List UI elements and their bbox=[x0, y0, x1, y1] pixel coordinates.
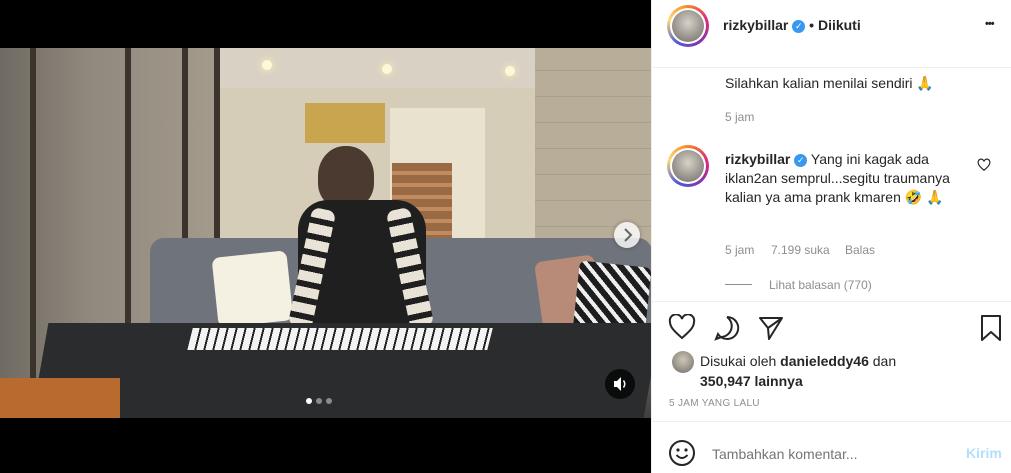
likes-prefix: Disukai oleh bbox=[700, 353, 777, 369]
actions-divider bbox=[652, 301, 1011, 302]
share-button[interactable] bbox=[757, 314, 785, 347]
next-slide-button[interactable] bbox=[614, 222, 640, 248]
likes-summary: Disukai oleh danieleddy46 dan 350,947 la… bbox=[700, 351, 990, 391]
verified-icon: ✓ bbox=[792, 19, 806, 33]
comment-button[interactable] bbox=[713, 314, 741, 347]
keyboard-keys bbox=[187, 328, 493, 350]
video-frame[interactable] bbox=[0, 48, 652, 418]
save-button[interactable] bbox=[979, 314, 1003, 347]
smiley-icon bbox=[669, 440, 695, 466]
post-header: rizkybillar ✓ • Diikuti ••• bbox=[652, 0, 1011, 53]
carousel-dot bbox=[316, 398, 322, 404]
composer-divider bbox=[652, 421, 1011, 422]
doorway-light bbox=[305, 103, 385, 143]
replies-line bbox=[725, 284, 752, 285]
cushion bbox=[211, 250, 294, 328]
liker-avatar[interactable] bbox=[672, 351, 694, 373]
speaker-icon bbox=[614, 377, 626, 391]
chevron-right-icon bbox=[624, 228, 633, 242]
more-options-icon[interactable]: ••• bbox=[985, 18, 995, 30]
bookmark-icon bbox=[981, 315, 1001, 341]
separator: • bbox=[809, 17, 815, 33]
author-username[interactable]: rizkybillar bbox=[723, 17, 788, 33]
follow-status[interactable]: Diikuti bbox=[818, 17, 861, 33]
commenter-username[interactable]: rizkybillar bbox=[725, 151, 790, 167]
commenter-avatar[interactable] bbox=[667, 145, 709, 187]
heart-icon bbox=[977, 158, 991, 172]
header-divider bbox=[652, 67, 1011, 68]
post-sidebar: rizkybillar ✓ • Diikuti ••• Silahkan kal… bbox=[651, 0, 1011, 473]
emoji-button[interactable] bbox=[668, 439, 696, 472]
like-button[interactable] bbox=[668, 313, 696, 345]
comment-body: rizkybillar ✓ Yang ini kagak ada iklan2a… bbox=[725, 150, 975, 207]
heart-icon bbox=[668, 313, 696, 340]
verified-icon: ✓ bbox=[794, 153, 808, 167]
comment-likes[interactable]: 7.199 suka bbox=[771, 243, 830, 257]
likes-and: dan bbox=[872, 353, 897, 369]
post-comment-button[interactable]: Kirim bbox=[966, 445, 1002, 461]
likes-others[interactable]: 350,947 lainnya bbox=[700, 373, 803, 389]
ceiling-light bbox=[262, 60, 272, 70]
wood-floor bbox=[0, 378, 120, 418]
ceiling-light bbox=[505, 66, 515, 76]
post-timestamp[interactable]: 5 JAM YANG LALU bbox=[669, 398, 760, 409]
author-avatar[interactable] bbox=[667, 5, 709, 47]
speech-bubble-icon bbox=[714, 315, 740, 341]
comment-input[interactable] bbox=[710, 443, 944, 465]
carousel-dot bbox=[326, 398, 332, 404]
person-head bbox=[318, 146, 374, 208]
comment-like-button[interactable] bbox=[977, 158, 991, 177]
comment-time[interactable]: 5 jam bbox=[725, 243, 754, 257]
caption-text: Silahkan kalian menilai sendiri 🙏 bbox=[725, 75, 934, 91]
carousel-dot bbox=[306, 398, 312, 404]
audio-toggle-button[interactable] bbox=[605, 369, 635, 399]
reply-button[interactable]: Balas bbox=[845, 243, 875, 257]
caption-time[interactable]: 5 jam bbox=[725, 110, 754, 124]
ceiling-light bbox=[382, 64, 392, 74]
header-text: rizkybillar ✓ • Diikuti bbox=[723, 17, 861, 33]
door-frame bbox=[30, 48, 36, 398]
post-media bbox=[0, 0, 652, 473]
view-replies-button[interactable]: Lihat balasan (770) bbox=[769, 278, 872, 292]
paper-plane-icon bbox=[759, 317, 783, 340]
carousel-indicator bbox=[306, 398, 332, 406]
liker-username[interactable]: danieleddy46 bbox=[780, 353, 869, 369]
